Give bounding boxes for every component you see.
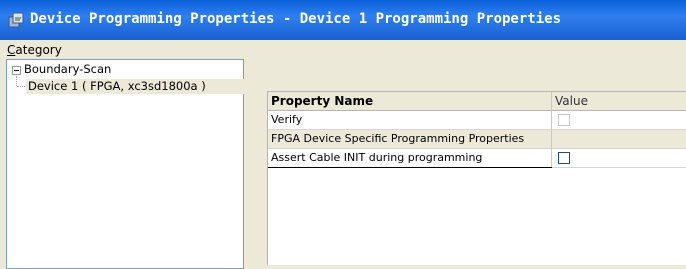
tree-connector xyxy=(17,86,25,87)
column-header-value[interactable]: Value xyxy=(552,92,686,111)
grid-row-category: FPGA Device Specific Programming Propert… xyxy=(268,130,686,149)
category-tree[interactable]: Boundary-Scan Device 1 ( FPGA, xc3sd1800… xyxy=(6,59,246,269)
grid-row-verify[interactable]: Verify xyxy=(268,111,686,130)
category-label-text: ategory xyxy=(15,43,62,57)
property-name: Assert Cable INIT during programming xyxy=(268,149,552,168)
grid-row-assert-cable-init[interactable]: Assert Cable INIT during programming xyxy=(268,149,686,168)
tree-item-boundary-scan[interactable]: Boundary-Scan xyxy=(24,62,111,76)
focus-underline xyxy=(268,167,552,168)
window-title: Device Programming Properties - Device 1… xyxy=(30,11,562,27)
title-bar[interactable]: Device Programming Properties - Device 1… xyxy=(0,0,686,40)
property-grid[interactable]: Property Name Value Verify FPGA Device S… xyxy=(267,91,686,265)
tree-item-label: Device 1 ( FPGA, xc3sd1800a ) xyxy=(28,79,206,93)
tree-connector xyxy=(16,76,17,86)
verify-checkbox xyxy=(558,114,570,126)
grid-header: Property Name Value xyxy=(268,92,686,111)
collapse-icon[interactable] xyxy=(12,66,21,75)
column-header-property-name[interactable]: Property Name xyxy=(268,92,552,111)
property-name: Verify xyxy=(268,111,552,130)
app-icon xyxy=(8,12,25,29)
category-label: Category xyxy=(7,43,62,57)
tree-item-device-1[interactable]: Device 1 ( FPGA, xc3sd1800a ) xyxy=(26,79,246,94)
assert-cable-init-checkbox[interactable] xyxy=(558,152,570,164)
category-name: FPGA Device Specific Programming Propert… xyxy=(268,130,552,149)
